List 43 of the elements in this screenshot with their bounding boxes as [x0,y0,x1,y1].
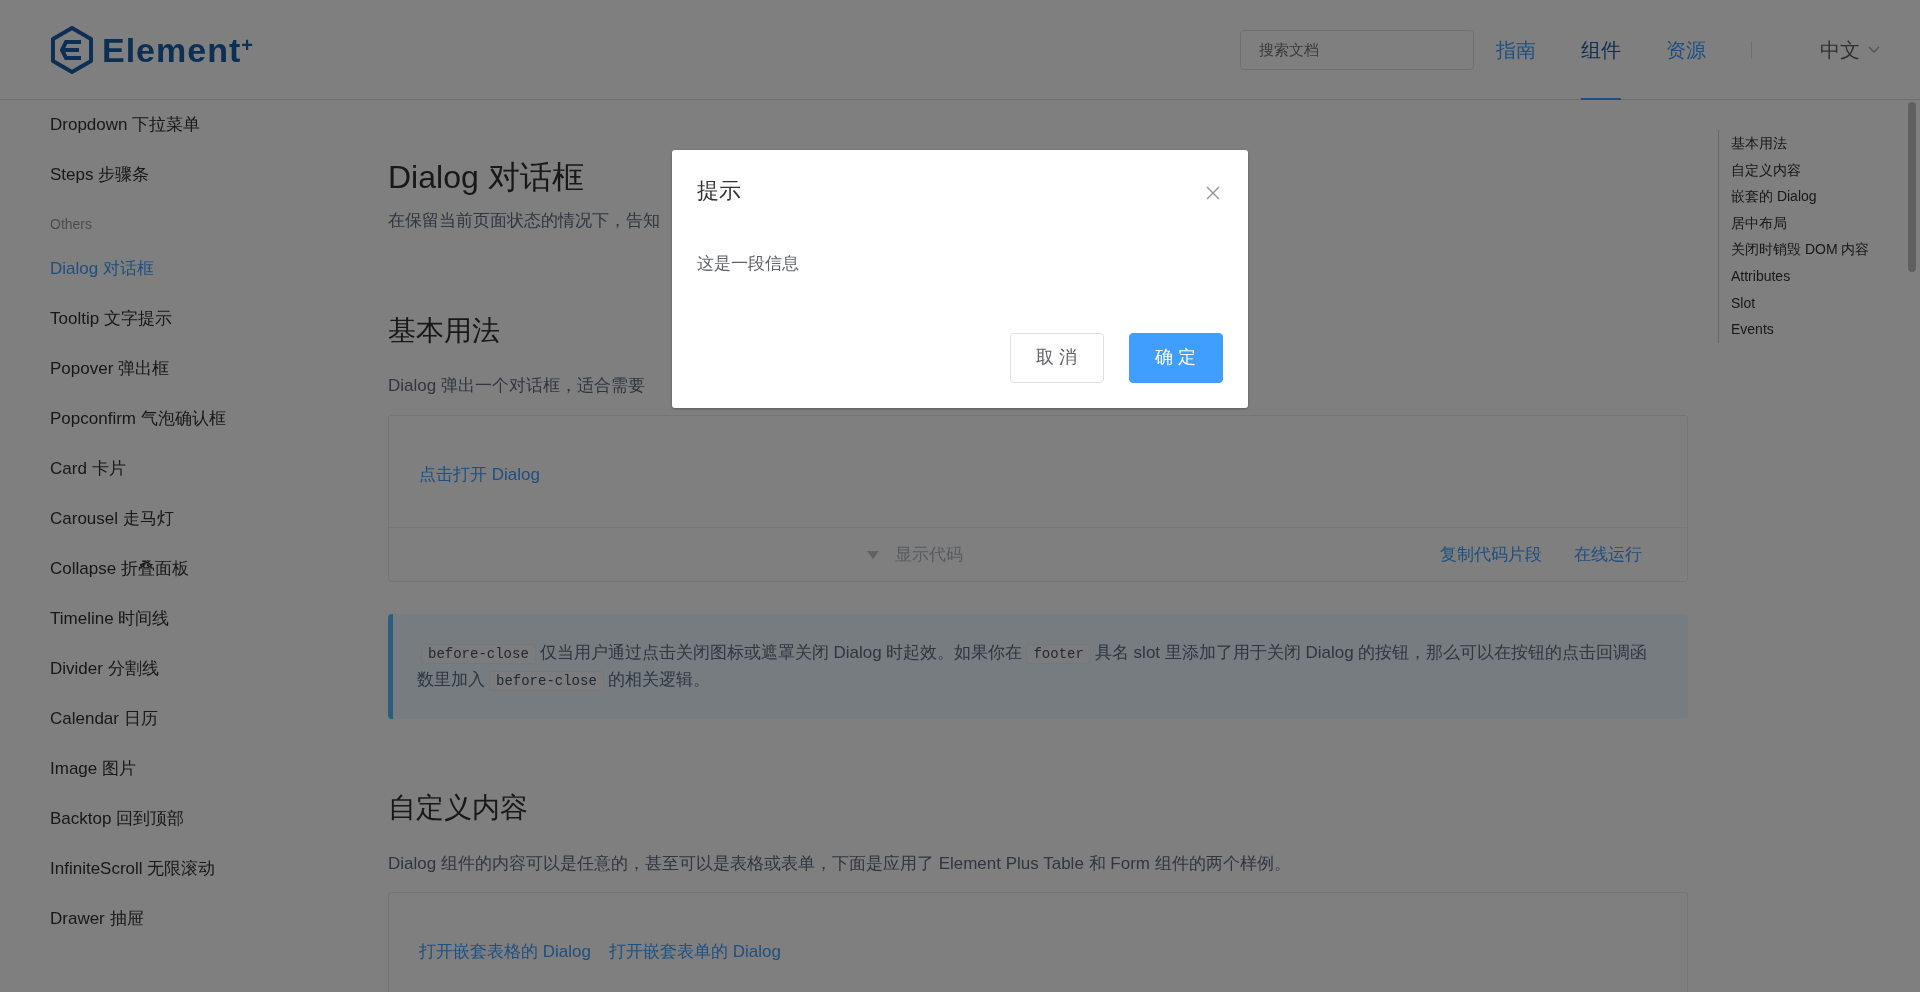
sidebar-item[interactable]: InfiniteScroll 无限滚动 [50,844,388,894]
close-icon [1205,185,1221,202]
toc-link[interactable]: Attributes [1731,262,1870,290]
toc-link[interactable]: Events [1731,316,1870,343]
search-field[interactable]: 搜索文档 [1240,29,1474,70]
sidebar-item[interactable]: Calendar 日历 [50,694,388,744]
sidebar-item[interactable]: Steps 步骤条 [50,150,388,200]
sidebar-item[interactable]: Collapse 折叠面板 [50,544,388,594]
sidebar-item[interactable]: Drawer 抽屉 [50,894,388,944]
toc-link[interactable]: 关闭时销毁 DOM 内容 [1731,236,1870,263]
section-heading: 自定义内容 [388,791,529,825]
section-heading: 基本用法 [388,313,501,348]
caret-icon [1868,45,1880,54]
toc-link[interactable]: Slot [1731,289,1870,317]
sidebar-item[interactable]: Carousel 走马灯 [50,494,388,544]
toc-link[interactable]: 嵌套的 Dialog [1731,183,1870,210]
sidebar-item[interactable]: Popconfirm 气泡确认框 [50,394,388,444]
sidebar-item[interactable]: Tooltip 文字提示 [50,294,388,344]
hexagon-logo-icon [50,25,94,74]
sidebar-item[interactable]: Image 图片 [50,744,388,794]
section-text: Dialog 组件的内容可以是任意的，甚至可以是表格或表单，下面是应用了 Element Plus Table 和 Form 组件的两个样例。 [388,852,1291,875]
section-text: Dialog 弹出一个对话框，适合需要 [388,375,645,398]
toc-link[interactable]: 居中布局 [1731,209,1870,237]
cancel-button[interactable]: 取 消 [1010,332,1104,383]
confirm-button[interactable]: 确 定 [1129,332,1223,383]
language-selector[interactable]: 中文 [1820,34,1880,65]
sidebar-item[interactable]: Dropdown 下拉菜单 [50,100,388,150]
toc-link[interactable]: 自定义内容 [1731,156,1870,184]
sidebar-item[interactable]: Backtop 回到顶部 [50,794,388,844]
logo-text[interactable]: Element$^{+}$ [102,32,254,67]
toc-link[interactable]: 基本用法 [1731,130,1870,157]
sidebar-item[interactable]: Card 卡片 [50,444,388,494]
dialog-message: 这是一段信息 [697,253,800,275]
scrollbar-thumb[interactable] [1908,102,1916,272]
dialog-title: 提示 [697,177,741,205]
triangle-down-icon [866,551,879,559]
sidebar-item[interactable]: Divider 分割线 [50,644,388,694]
tip-text: before-close 仅当用户通过点击关闭图标或遮罩关闭 Dialog 时起效。如果你在 footer 具名 slot 里添加了用于关闭 Dialog 的按钮，那么可以在按钮的点击回调函数里加入 before-close 的相关逻辑。 [388,614,1688,720]
sidebar-item[interactable]: Timeline 时间线 [50,594,388,644]
nav-tab[interactable]: 组件 [1581,0,1621,100]
page-title: Dialog 对话框 [388,158,584,197]
sidebar-item[interactable]: Popover 弹出框 [50,344,388,394]
page-description: 在保留当前页面状态的情况下，告知 [388,210,660,233]
